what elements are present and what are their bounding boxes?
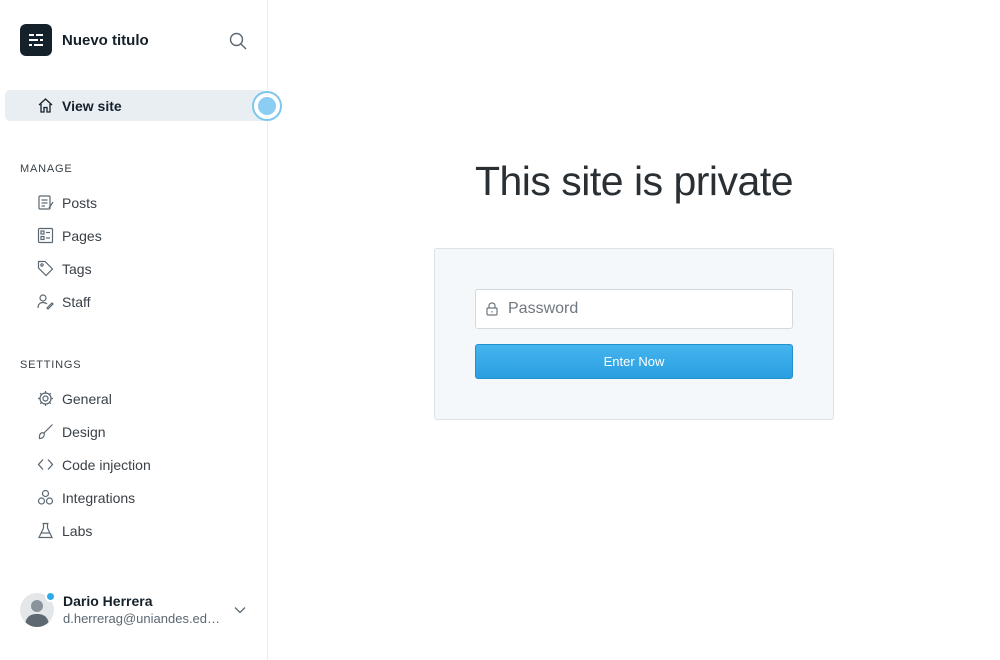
- sidebar-item-label: Labs: [62, 522, 93, 539]
- user-email: d.herrerag@uniandes.edu.co: [63, 611, 223, 626]
- code-icon: [36, 456, 54, 474]
- brand-title: Nuevo titulo: [62, 31, 149, 49]
- pages-icon: [36, 227, 54, 245]
- home-icon: [36, 97, 54, 115]
- enter-now-button[interactable]: Enter Now: [475, 344, 793, 379]
- sidebar-item-label: Posts: [62, 194, 98, 211]
- click-indicator: [252, 91, 282, 121]
- password-field[interactable]: [475, 289, 793, 329]
- tag-icon: [36, 260, 54, 278]
- sidebar-item-design[interactable]: Design: [36, 416, 106, 447]
- sidebar-item-staff[interactable]: Staff: [36, 286, 91, 317]
- lock-icon: [486, 302, 498, 316]
- sidebar-item-label: Pages: [62, 227, 102, 244]
- gear-icon: [36, 390, 54, 408]
- sidebar-item-label: Design: [62, 423, 106, 440]
- brush-icon: [36, 423, 54, 441]
- sidebar-item-labs[interactable]: Labs: [36, 515, 92, 546]
- chevron-down-icon[interactable]: [233, 603, 247, 617]
- sidebar-item-label: Integrations: [62, 489, 136, 506]
- sidebar-item-label: View site: [62, 97, 122, 114]
- settings-section-label: SETTINGS: [20, 359, 82, 371]
- sidebar-item-label: General: [62, 390, 112, 407]
- search-icon[interactable]: [228, 31, 248, 51]
- sidebar-item-posts[interactable]: Posts: [36, 187, 97, 218]
- sidebar-item-tags[interactable]: Tags: [36, 253, 92, 284]
- sidebar: Nuevo titulo View site MANAGE Posts Page…: [0, 0, 268, 660]
- flask-icon: [36, 522, 54, 540]
- private-login-form: Enter Now: [434, 248, 834, 420]
- sidebar-item-label: Staff: [62, 293, 91, 310]
- sidebar-item-code-injection[interactable]: Code injection: [36, 449, 151, 480]
- page-title: This site is private: [474, 158, 794, 204]
- sidebar-item-label: Tags: [62, 260, 92, 277]
- brand[interactable]: Nuevo titulo: [20, 24, 149, 56]
- sidebar-item-pages[interactable]: Pages: [36, 220, 102, 251]
- click-indicator-dot: [258, 97, 276, 115]
- online-status-dot: [45, 591, 56, 602]
- manage-section-label: MANAGE: [20, 163, 73, 175]
- sidebar-item-view-site[interactable]: View site: [5, 90, 267, 121]
- user-menu[interactable]: Dario Herrera d.herrerag@uniandes.edu.co: [20, 591, 250, 627]
- sidebar-item-label: Code injection: [62, 456, 151, 473]
- user-name: Dario Herrera: [63, 593, 153, 609]
- sidebar-item-general[interactable]: General: [36, 383, 112, 414]
- integrations-icon: [36, 489, 54, 507]
- brand-logo-icon: [20, 24, 52, 56]
- sidebar-item-integrations[interactable]: Integrations: [36, 482, 135, 513]
- staff-icon: [36, 293, 54, 311]
- password-input[interactable]: [508, 300, 778, 318]
- posts-icon: [36, 194, 54, 212]
